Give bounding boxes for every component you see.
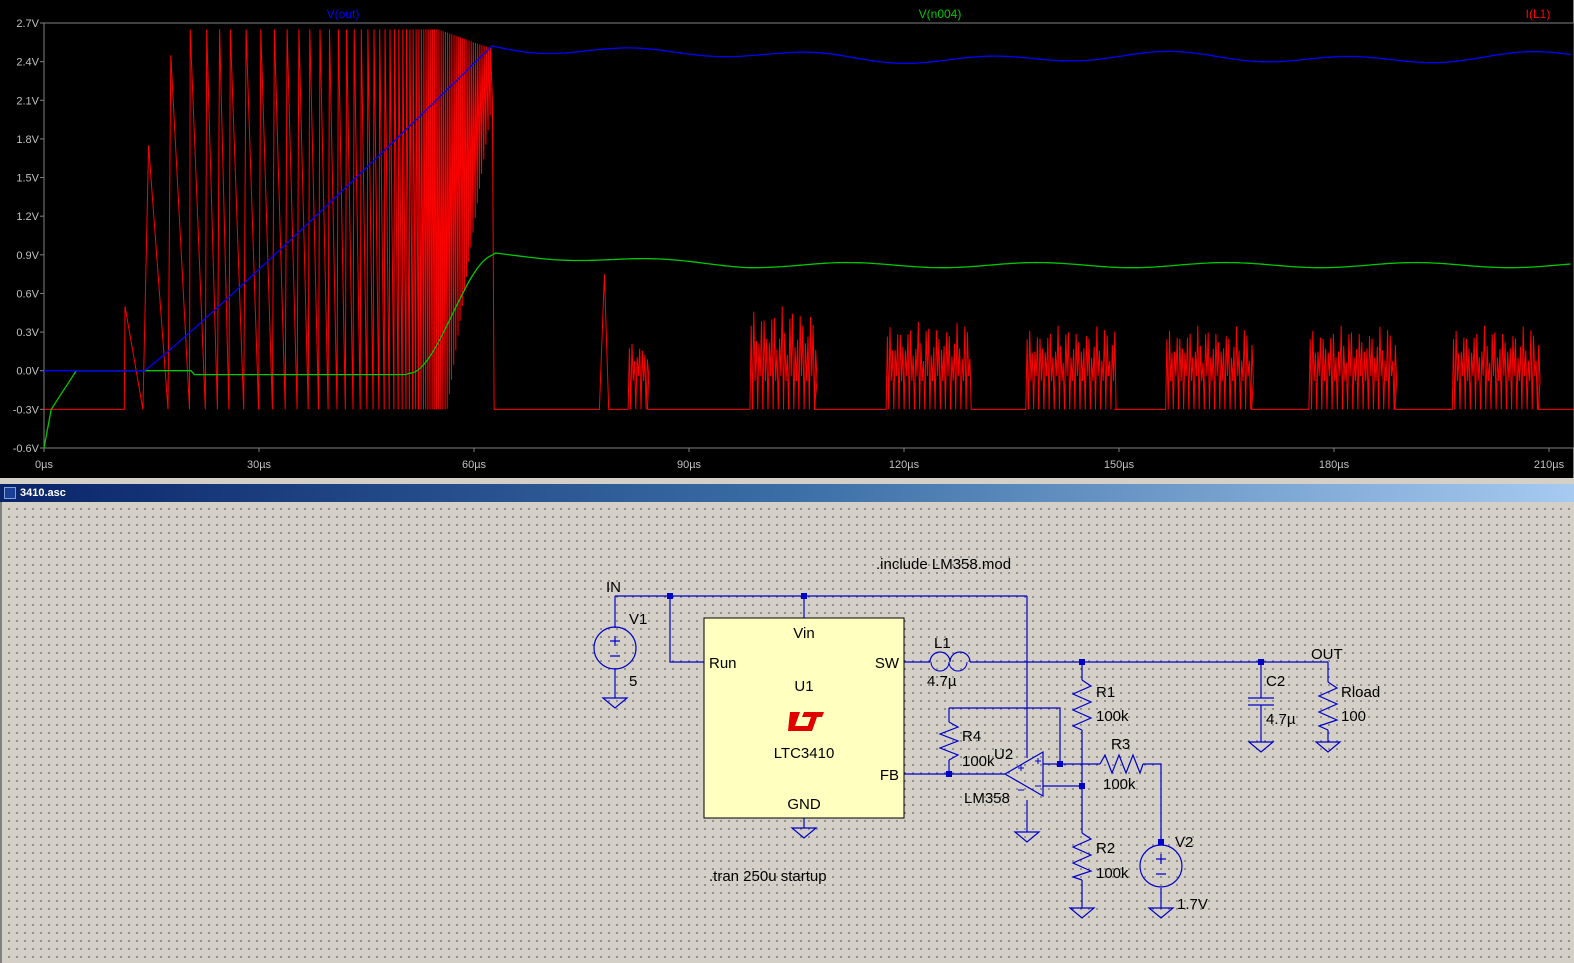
y-tick-label: 1.8V — [16, 134, 39, 146]
rload-resistor[interactable] — [1317, 681, 1339, 731]
x-tick-label: 60µs — [462, 459, 487, 471]
r4-ref[interactable]: R4 — [962, 728, 981, 745]
y-axis: 2.7V 2.4V 2.1V 1.8V 1.5V 1.2V 0.9V 0.6V 0.3V 0.0V… — [13, 18, 44, 455]
y-tick-label: 1.5V — [16, 173, 39, 185]
x-tick-label: 30µs — [247, 459, 272, 471]
v2-source[interactable] — [1139, 844, 1183, 888]
v1-value[interactable]: 5 — [629, 673, 637, 690]
y-tick-label: 1.2V — [16, 211, 39, 223]
tran-directive[interactable]: .tran 250u startup — [709, 868, 827, 885]
c2-ref[interactable]: C2 — [1266, 673, 1285, 690]
r3-value[interactable]: 100k — [1103, 776, 1136, 793]
x-tick-label: 180µs — [1319, 459, 1350, 471]
u1-pin-gnd: GND — [787, 796, 821, 813]
x-tick-label: 0µs — [35, 459, 53, 471]
waveform-pane[interactable]: 2.7V 2.4V 2.1V 1.8V 1.5V 1.2V 0.9V 0.6V 0.3V 0.0V… — [0, 0, 1574, 478]
u1-ref[interactable]: U1 — [794, 678, 813, 695]
u1-pin-sw: SW — [875, 655, 900, 672]
u2-ref[interactable]: U2 — [994, 746, 1013, 763]
include-directive[interactable]: .include LM358.mod — [876, 556, 1011, 573]
rload-ref[interactable]: Rload — [1341, 684, 1380, 701]
u1-pin-vin: Vin — [793, 625, 814, 642]
u1-pin-fb: FB — [880, 767, 899, 784]
schematic-window-title: 3410.asc — [20, 487, 66, 499]
l1-inductor-lower — [930, 661, 968, 672]
v1-ref[interactable]: V1 — [629, 611, 647, 628]
u1-block[interactable] — [703, 617, 905, 819]
x-axis: 0µs 30µs 60µs 90µs 120µs 150µs 180µs 210µs — [35, 448, 1565, 471]
x-tick-label: 120µs — [889, 459, 920, 471]
net-label-out[interactable]: OUT — [1311, 646, 1343, 663]
l1-inductor[interactable] — [929, 651, 971, 663]
v2-ref[interactable]: V2 — [1175, 834, 1193, 851]
y-tick-label: 2.4V — [16, 57, 39, 69]
u1-part[interactable]: LTC3410 — [774, 745, 835, 762]
l1-ref[interactable]: L1 — [934, 635, 951, 652]
y-tick-label: -0.6V — [13, 443, 40, 455]
x-tick-label: 210µs — [1534, 459, 1565, 471]
r1-value[interactable]: 100k — [1096, 708, 1129, 725]
trace-label-vout[interactable]: V(out) — [327, 7, 360, 21]
r3-ref[interactable]: R3 — [1111, 736, 1130, 753]
trace-label-vn004[interactable]: V(n004) — [919, 7, 962, 21]
c2-capacitor[interactable] — [1248, 690, 1274, 712]
r4-value[interactable]: 100k — [962, 753, 995, 770]
r1-resistor[interactable] — [1071, 679, 1093, 731]
r4-resistor[interactable] — [938, 721, 960, 761]
c2-value[interactable]: 4.7µ — [1266, 711, 1296, 728]
r3-resistor[interactable] — [1099, 753, 1144, 775]
r2-ref[interactable]: R2 — [1096, 840, 1115, 857]
u2-part[interactable]: LM358 — [964, 790, 1010, 807]
l1-value[interactable]: 4.7µ — [927, 673, 957, 690]
schematic-drawing[interactable]: Vin Run SW FB GND U1 LTC3410 .include LM… — [2, 502, 1574, 963]
y-tick-label: 0.9V — [16, 250, 39, 262]
x-tick-label: 150µs — [1104, 459, 1135, 471]
r2-value[interactable]: 100k — [1096, 865, 1129, 882]
x-tick-label: 90µs — [677, 459, 702, 471]
u1-pin-run: Run — [709, 655, 737, 672]
y-tick-label: 2.1V — [16, 95, 39, 107]
rload-value[interactable]: 100 — [1341, 708, 1366, 725]
v1-source[interactable] — [593, 626, 637, 670]
y-tick-label: 0.6V — [16, 288, 39, 300]
waveform-plot[interactable]: 2.7V 2.4V 2.1V 1.8V 1.5V 1.2V 0.9V 0.6V 0.3V 0.0V… — [0, 0, 1574, 478]
y-tick-label: 0.3V — [16, 327, 39, 339]
schematic-canvas[interactable]: Vin Run SW FB GND U1 LTC3410 .include LM… — [0, 502, 1574, 963]
v2-value[interactable]: 1.7V — [1177, 896, 1208, 913]
trace-label-il1[interactable]: I(L1) — [1526, 7, 1551, 21]
y-tick-label: 2.7V — [16, 18, 39, 30]
r1-ref[interactable]: R1 — [1096, 684, 1115, 701]
r2-resistor[interactable] — [1071, 832, 1093, 881]
net-label-in[interactable]: IN — [606, 579, 621, 596]
y-tick-label: -0.3V — [13, 404, 40, 416]
y-tick-label: 0.0V — [16, 366, 39, 378]
schematic-file-icon — [4, 487, 16, 499]
schematic-titlebar[interactable]: 3410.asc — [0, 484, 1574, 502]
